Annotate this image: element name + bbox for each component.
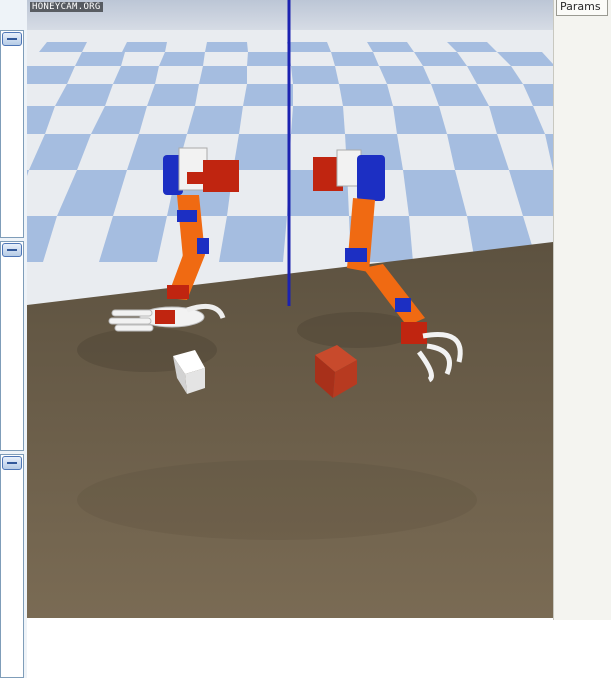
collapse-button[interactable] [2, 456, 22, 470]
dock-panel-1 [0, 30, 24, 238]
right-panel: Params [553, 0, 611, 620]
empty-area [27, 618, 553, 678]
collapse-button[interactable] [2, 243, 22, 257]
left-dock [0, 0, 27, 678]
simulation-scene [27, 0, 553, 618]
3d-viewport[interactable]: HONEYCAM.ORG [27, 0, 553, 618]
watermark: HONEYCAM.ORG [30, 2, 103, 12]
dock-panel-2 [0, 241, 24, 451]
tab-params[interactable]: Params [556, 0, 608, 16]
collapse-button[interactable] [2, 32, 22, 46]
dock-panel-3 [0, 454, 24, 678]
